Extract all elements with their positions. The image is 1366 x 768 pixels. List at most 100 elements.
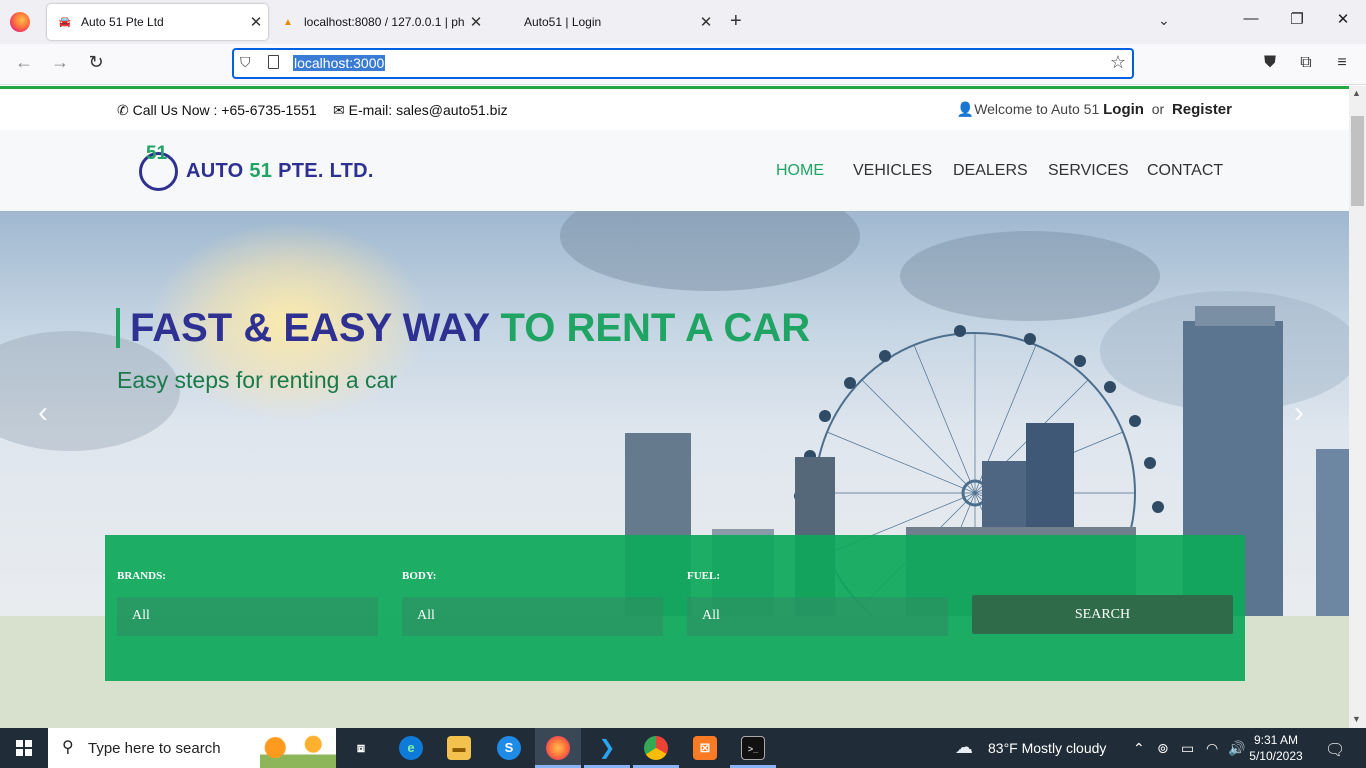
taskbar-search-placeholder: Type here to search: [88, 740, 221, 757]
forward-icon[interactable]: →: [48, 52, 72, 73]
search-icon: ⚲: [62, 739, 74, 756]
call-info[interactable]: ✆ Call Us Now : +65-6735-1551: [117, 102, 317, 119]
close-tab-icon[interactable]: ✕: [244, 13, 268, 31]
meet-now-icon[interactable]: ⊚: [1157, 740, 1169, 757]
search-button[interactable]: SEARCH: [972, 595, 1233, 634]
hamburger-menu-icon[interactable]: ≡: [1330, 54, 1354, 72]
weather-text[interactable]: 83°F Mostly cloudy: [988, 740, 1106, 756]
fuel-label: FUEL:: [687, 570, 720, 582]
edge-icon[interactable]: e: [399, 736, 423, 760]
login-link[interactable]: Login: [1103, 101, 1144, 118]
hero-title: FAST & EASY WAY TO RENT A CAR: [116, 308, 810, 348]
call-text: Call Us Now : +65-6735-1551: [132, 102, 317, 118]
reload-icon[interactable]: ↻: [84, 52, 108, 73]
battery-icon[interactable]: ▭: [1181, 740, 1194, 757]
wifi-icon[interactable]: ◠: [1206, 740, 1218, 757]
firefox-icon[interactable]: [546, 736, 570, 760]
taskbar-search[interactable]: ⚲ Type here to search: [48, 728, 336, 768]
tab-auto51[interactable]: 🚘 Auto 51 Pte Ltd ✕: [47, 4, 268, 40]
logo-badge: 51: [146, 143, 168, 164]
list-tabs-chevron-icon[interactable]: ⌄: [1158, 12, 1170, 29]
weather-cloud-icon[interactable]: ☁: [955, 737, 973, 758]
wheel-capsules: [794, 325, 1164, 513]
body-label: BODY:: [402, 570, 437, 582]
nav-services[interactable]: SERVICES: [1048, 162, 1129, 180]
email-text: E-mail: sales@auto51.biz: [348, 102, 508, 118]
system-clock[interactable]: 9:31 AM 5/10/2023: [1248, 732, 1304, 764]
logo-text: AUTO 51 PTE. LTD.: [186, 160, 374, 183]
tab-phpmyadmin[interactable]: ▲ localhost:8080 / 127.0.0.1 | php ✕: [270, 4, 488, 40]
nav-vehicles[interactable]: VEHICLES: [853, 162, 932, 180]
skype-icon[interactable]: S: [497, 736, 521, 760]
task-view-icon[interactable]: ⧈: [349, 736, 373, 760]
phone-icon: ✆: [117, 102, 129, 118]
tab-login[interactable]: Auto51 | Login ✕: [490, 4, 718, 40]
tab-title: Auto 51 Pte Ltd: [81, 15, 164, 29]
blank-favicon-icon: [500, 14, 516, 30]
close-window-icon[interactable]: ✕: [1320, 10, 1366, 28]
email-info[interactable]: ✉ E-mail: sales@auto51.biz: [333, 102, 508, 119]
user-icon: 👤: [956, 101, 975, 117]
phpmyadmin-favicon-icon: ▲: [283, 16, 293, 28]
pocket-icon[interactable]: ⛊: [1258, 54, 1282, 72]
nav-home[interactable]: HOME: [776, 162, 824, 180]
windows-taskbar: ⚲ Type here to search ⧈ e ▬ S ❯ ⊠ >_ ☁ 8…: [0, 728, 1366, 768]
page-scrollbar[interactable]: ▲ ▼: [1349, 86, 1366, 728]
clock-date: 5/10/2023: [1249, 749, 1303, 763]
car-favicon-icon: 🚘: [58, 16, 72, 28]
scroll-up-icon[interactable]: ▲: [1352, 88, 1361, 98]
browser-tab-bar: 🚘 Auto 51 Pte Ltd ✕ ▲ localhost:8080 / 1…: [0, 0, 1366, 44]
vscode-icon[interactable]: ❯: [595, 736, 619, 760]
account-links: 👤Welcome to Auto 51 Login or Register: [957, 101, 1232, 118]
nav-contact[interactable]: CONTACT: [1147, 162, 1223, 180]
logo-word-51: 51: [249, 160, 273, 182]
terminal-icon[interactable]: >_: [741, 736, 765, 760]
restore-icon[interactable]: ❐: [1274, 10, 1320, 28]
logo-ring-icon: 51: [139, 143, 178, 191]
close-tab-icon[interactable]: ✕: [694, 13, 718, 31]
site-logo[interactable]: 51 AUTO 51 PTE. LTD.: [139, 143, 374, 191]
logo-word-pte: PTE. LTD.: [278, 160, 374, 182]
file-explorer-icon[interactable]: ▬: [447, 736, 471, 760]
firefox-menu-icon[interactable]: [10, 12, 30, 32]
brands-label: BRANDS:: [117, 570, 166, 582]
chrome-icon[interactable]: [644, 736, 668, 760]
browser-toolbar: ← → ↻ ⛉ localhost:3000 ☆ ⛊ ⧉ ≡: [0, 44, 1366, 85]
url-text[interactable]: localhost:3000: [293, 55, 386, 71]
close-tab-icon[interactable]: ✕: [464, 13, 488, 31]
minimize-icon[interactable]: —: [1228, 10, 1274, 27]
address-bar[interactable]: ⛉ localhost:3000 ☆: [232, 48, 1134, 79]
back-icon[interactable]: ←: [12, 52, 36, 73]
register-link[interactable]: Register: [1172, 101, 1232, 118]
hero-subtitle: Easy steps for renting a car: [117, 367, 397, 393]
site-header: 51 AUTO 51 PTE. LTD. HOME VEHICLES DEALE…: [0, 130, 1349, 211]
volume-icon[interactable]: 🔊: [1228, 740, 1245, 757]
xampp-icon[interactable]: ⊠: [693, 736, 717, 760]
web-page: ✆ Call Us Now : +65-6735-1551 ✉ E-mail: …: [0, 86, 1349, 728]
extensions-icon[interactable]: ⧉: [1294, 54, 1318, 72]
logo-word-auto: AUTO: [186, 160, 244, 182]
or-text: or: [1151, 101, 1165, 117]
hero-title-part1: FAST & EASY WAY: [130, 306, 490, 350]
slider-prev-icon[interactable]: ‹: [38, 396, 48, 430]
nav-dealers[interactable]: DEALERS: [953, 162, 1028, 180]
tab-title: Auto51 | Login: [524, 15, 602, 29]
bookmark-star-icon[interactable]: ☆: [1110, 52, 1126, 73]
search-highlight-image: [260, 734, 336, 768]
scroll-down-icon[interactable]: ▼: [1352, 714, 1361, 724]
page-info-icon[interactable]: [268, 55, 279, 69]
fuel-select[interactable]: All: [687, 597, 948, 636]
show-hidden-icons-icon[interactable]: ⌃: [1133, 740, 1145, 757]
tracking-shield-icon[interactable]: ⛉: [240, 54, 251, 71]
windows-start-icon[interactable]: [16, 740, 32, 756]
contact-bar: ✆ Call Us Now : +65-6735-1551 ✉ E-mail: …: [0, 89, 1349, 130]
welcome-text: Welcome to Auto 51: [974, 101, 1100, 117]
body-select[interactable]: All: [402, 597, 663, 636]
notifications-icon[interactable]: 🗨: [1325, 740, 1345, 760]
slider-next-icon[interactable]: ›: [1294, 396, 1304, 430]
new-tab-icon[interactable]: +: [730, 10, 742, 33]
brands-select[interactable]: All: [117, 597, 378, 636]
car-search-form: BRANDS: BODY: FUEL: All All All SEARCH: [105, 535, 1245, 681]
clock-time: 9:31 AM: [1253, 733, 1299, 747]
scroll-thumb[interactable]: [1351, 116, 1364, 206]
